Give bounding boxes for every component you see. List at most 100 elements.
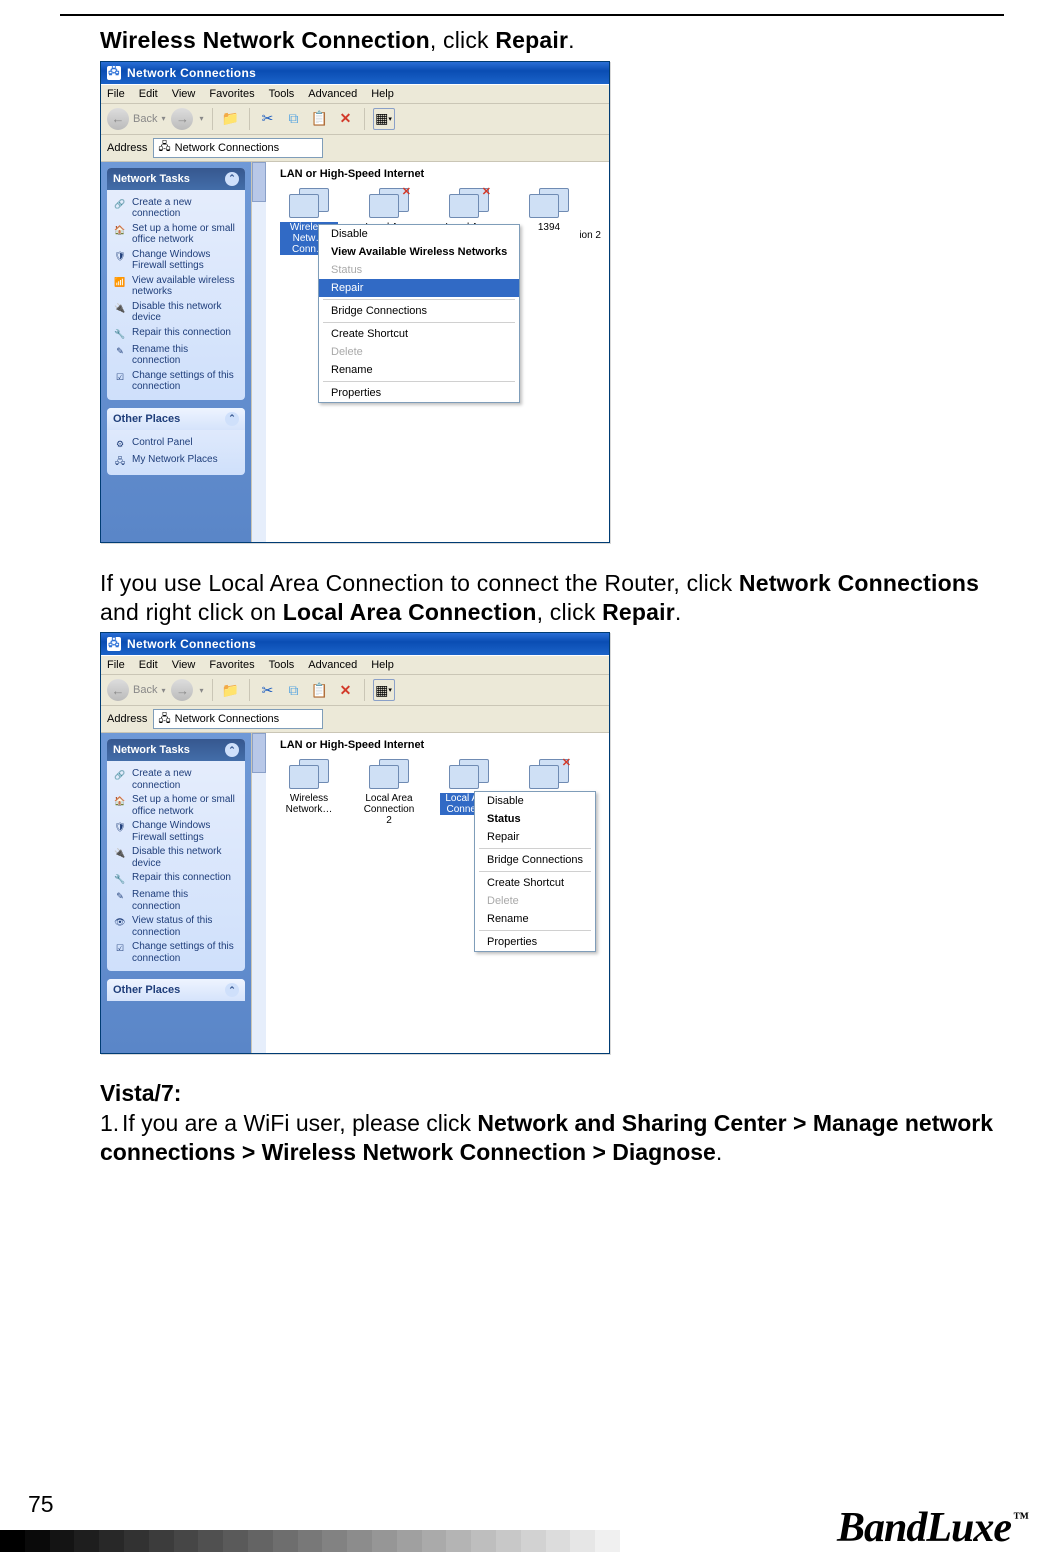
menu-tools[interactable]: Tools	[269, 88, 295, 100]
connection-icon[interactable]: 1394	[520, 188, 578, 255]
place-label: My Network Places	[132, 454, 218, 466]
menu-edit[interactable]: Edit	[139, 659, 158, 671]
scrollbar-thumb[interactable]	[252, 162, 266, 202]
connection-icon[interactable]: Local Area Connection 2	[360, 759, 418, 826]
task-link[interactable]: 🔗Create a new connection	[113, 197, 239, 220]
sidebar: Network Tasks⌃ 🔗Create a new connection 🏠S…	[101, 733, 251, 1053]
cut-button[interactable]: ✂	[258, 680, 278, 700]
menu-item[interactable]: Properties	[475, 933, 595, 951]
place-link[interactable]: 🖧 My Network Places	[113, 454, 239, 468]
task-link[interactable]: 👁View status of this connection	[113, 915, 239, 938]
intro-line-1: Wireless Network Connection, click Repai…	[100, 26, 1004, 55]
menu-help[interactable]: Help	[371, 88, 394, 100]
menu-file[interactable]: File	[107, 88, 125, 100]
stripe	[198, 1530, 223, 1552]
menu-item[interactable]: Properties	[319, 384, 519, 402]
paste-button[interactable]: 📋	[310, 680, 330, 700]
stripe	[248, 1530, 273, 1552]
task-link[interactable]: 🏠Set up a home or small office network	[113, 223, 239, 246]
task-link[interactable]: 🔧Repair this connection	[113, 872, 239, 886]
menu-view[interactable]: View	[172, 659, 196, 671]
back-button[interactable]: ←Back ▾	[107, 679, 165, 701]
menu-item[interactable]: Create Shortcut	[475, 874, 595, 892]
address-field[interactable]: 🖧Network Connections	[153, 709, 323, 729]
menu-item[interactable]: Disable	[319, 225, 519, 243]
copy-button[interactable]: ⧉	[284, 680, 304, 700]
paste-button[interactable]: 📋	[310, 109, 330, 129]
views-button[interactable]: ▦▾	[373, 108, 395, 130]
task-link[interactable]: 🛡Change Windows Firewall settings	[113, 249, 239, 272]
forward-button[interactable]: →	[171, 679, 193, 701]
back-button[interactable]: ←Back ▾	[107, 108, 165, 130]
task-link[interactable]: ✎Rename this connection	[113, 344, 239, 367]
task-link[interactable]: ☑Change settings of this connection	[113, 370, 239, 393]
views-button[interactable]: ▦▾	[373, 679, 395, 701]
menu-tools[interactable]: Tools	[269, 659, 295, 671]
network-connections-window: 🖧Network Connections File Edit View Favorite…	[100, 632, 610, 1054]
panel-header[interactable]: Other Places⌃	[107, 979, 245, 1001]
task-link[interactable]: 🔌Disable this network device	[113, 846, 239, 869]
menu-edit[interactable]: Edit	[139, 88, 158, 100]
task-icon: 📶	[113, 275, 127, 289]
menu-item[interactable]: Create Shortcut	[319, 325, 519, 343]
task-label: Change settings of this connection	[132, 941, 239, 964]
address-field[interactable]: 🖧Network Connections	[153, 138, 323, 158]
stripe	[273, 1530, 298, 1552]
collapse-icon[interactable]: ⌃	[225, 743, 239, 757]
menu-item[interactable]: Repair	[319, 279, 519, 297]
panel-header[interactable]: Network Tasks⌃	[107, 168, 245, 190]
copy-button[interactable]: ⧉	[284, 109, 304, 129]
menu-item[interactable]: Rename	[319, 361, 519, 379]
menu-view[interactable]: View	[172, 88, 196, 100]
scrollbar[interactable]	[252, 733, 266, 1053]
task-link[interactable]: ☑Change settings of this connection	[113, 941, 239, 964]
menu-favorites[interactable]: Favorites	[209, 659, 254, 671]
menu-item[interactable]: Rename	[475, 910, 595, 928]
forward-button[interactable]: →	[171, 108, 193, 130]
menu-favorites[interactable]: Favorites	[209, 88, 254, 100]
menu-advanced[interactable]: Advanced	[308, 659, 357, 671]
task-link[interactable]: 🔌Disable this network device	[113, 301, 239, 324]
window-titlebar[interactable]: 🖧Network Connections	[101, 62, 609, 84]
place-icon: 🖧	[113, 454, 127, 468]
window-icon: 🖧	[107, 637, 121, 651]
task-link[interactable]: 🏠Set up a home or small office network	[113, 794, 239, 817]
up-folder-button[interactable]: 📁	[221, 109, 241, 129]
task-link[interactable]: 🔗Create a new connection	[113, 768, 239, 791]
menu-item[interactable]: Repair	[475, 828, 595, 846]
menu-file[interactable]: File	[107, 659, 125, 671]
stripe	[74, 1530, 99, 1552]
screenshot-1: 🖧Network Connections File Edit View Favorite…	[100, 61, 1004, 543]
window-titlebar[interactable]: 🖧Network Connections	[101, 633, 609, 655]
panel-header[interactable]: Network Tasks⌃	[107, 739, 245, 761]
task-link[interactable]: 🔧Repair this connection	[113, 327, 239, 341]
menu-item[interactable]: Disable	[475, 792, 595, 810]
menu-item[interactable]: Status	[475, 810, 595, 828]
delete-button[interactable]: ✕	[336, 680, 356, 700]
task-label: Change Windows Firewall settings	[132, 249, 239, 272]
menu-help[interactable]: Help	[371, 659, 394, 671]
stripe	[25, 1530, 50, 1552]
cut-button[interactable]: ✂	[258, 109, 278, 129]
menu-item[interactable]: View Available Wireless Networks	[319, 243, 519, 261]
task-link[interactable]: 📶View available wireless networks	[113, 275, 239, 298]
menu-item[interactable]: Bridge Connections	[475, 851, 595, 869]
connection-icon[interactable]: Wireless Network…	[280, 759, 338, 826]
scrollbar-thumb[interactable]	[252, 733, 266, 773]
place-link[interactable]: ⚙Control Panel	[113, 437, 239, 451]
scrollbar[interactable]	[252, 162, 266, 542]
task-link[interactable]: 🛡Change Windows Firewall settings	[113, 820, 239, 843]
collapse-icon[interactable]: ⌃	[225, 412, 239, 426]
collapse-icon[interactable]: ⌃	[225, 983, 239, 997]
panel-header[interactable]: Other Places⌃	[107, 408, 245, 430]
list-body: If you are a WiFi user, please click Net…	[100, 1110, 993, 1165]
up-folder-button[interactable]: 📁	[221, 680, 241, 700]
menu-advanced[interactable]: Advanced	[308, 88, 357, 100]
screenshot-2: 🖧Network Connections File Edit View Favorite…	[100, 632, 1004, 1054]
delete-button[interactable]: ✕	[336, 109, 356, 129]
collapse-icon[interactable]: ⌃	[225, 172, 239, 186]
menu-item[interactable]: Bridge Connections	[319, 302, 519, 320]
window-body: Network Tasks⌃ 🔗Create a new connection 🏠S…	[101, 733, 609, 1053]
task-link[interactable]: ✎Rename this connection	[113, 889, 239, 912]
other-places-panel: Other Places⌃ ⚙Control Panel 🖧 My Network P…	[107, 408, 245, 475]
